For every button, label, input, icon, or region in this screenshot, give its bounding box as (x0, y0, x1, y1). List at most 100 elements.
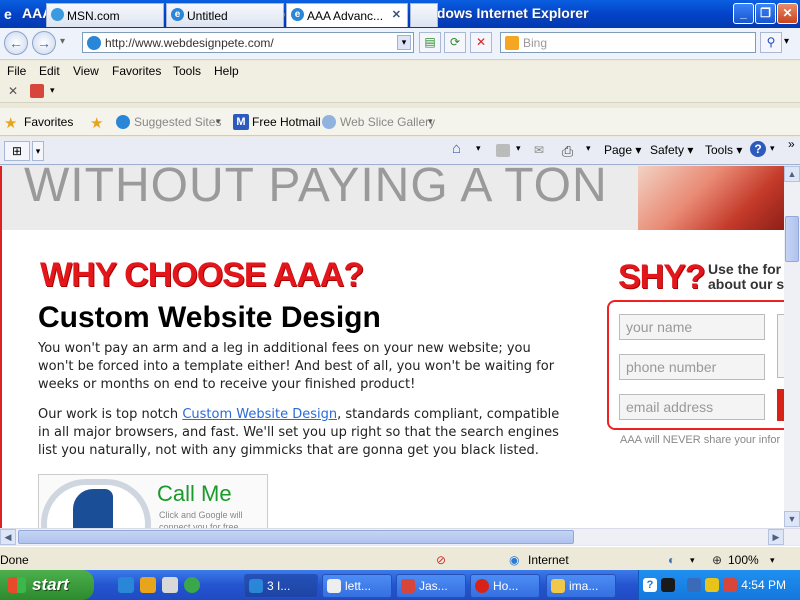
privacy-note: AAA will NEVER share your infor (620, 434, 781, 446)
stop-icon[interactable]: ✕ (470, 32, 492, 53)
task-label: 3 I... (267, 579, 291, 593)
home-icon[interactable]: ⌂ (452, 140, 461, 157)
bing-icon (505, 36, 519, 50)
phone-field[interactable]: phone number (619, 354, 765, 380)
taskbar: start 3 I... lett... Jas... Ho... ima...… (0, 570, 800, 600)
favorites-button[interactable]: Favorites (24, 115, 73, 129)
email-field[interactable]: email address (619, 394, 765, 420)
maximize-button[interactable]: ❐ (755, 3, 776, 24)
taskbar-letter[interactable]: lett... (322, 574, 392, 598)
web-slice-dropdown-icon[interactable]: ▾ (428, 116, 433, 127)
search-input[interactable]: Bing (523, 36, 547, 50)
compatibility-view-icon[interactable]: ▤ (419, 32, 441, 53)
submit-button[interactable] (777, 389, 784, 421)
feeds-icon[interactable] (496, 144, 510, 157)
addon-dropdown-icon[interactable]: ▾ (50, 85, 55, 96)
taskbar-jas[interactable]: Jas... (396, 574, 466, 598)
custom-website-design-link[interactable]: Custom Website Design (182, 407, 337, 422)
search-box[interactable]: Bing (500, 32, 756, 53)
custom-website-design-heading: Custom Website Design (38, 301, 381, 334)
scroll-right-icon[interactable]: ▶ (768, 529, 784, 545)
address-dropdown-icon[interactable]: ▾ (397, 35, 411, 50)
tools-menu[interactable]: Tools ▾ (705, 143, 742, 157)
menu-tools[interactable]: Tools (173, 64, 201, 78)
address-input[interactable]: http://www.webdesignpete.com/ (105, 36, 274, 50)
taskbar-ima[interactable]: ima... (546, 574, 616, 598)
menu-favorites[interactable]: Favorites (112, 64, 161, 78)
tab-msn[interactable]: MSN.com (46, 3, 164, 27)
recent-pages-dropdown-icon[interactable]: ▾ (60, 36, 65, 47)
work-paragraph: Our work is top notch Custom Website Des… (38, 406, 568, 460)
shield-icon[interactable] (705, 578, 719, 592)
tab-aaa-advanced[interactable]: e AAA Advanc... ✕ (286, 3, 408, 27)
quicklaunch-ie-icon[interactable] (118, 577, 134, 593)
tray-network-icon[interactable] (687, 578, 701, 592)
call-me-widget[interactable]: Call Me Click and Google will connect yo… (38, 474, 268, 528)
message-field[interactable] (777, 314, 784, 378)
zoom-level[interactable]: 100% (728, 553, 759, 567)
taskbar-ie-group[interactable]: 3 I... (244, 574, 318, 598)
call-me-subtitle: Click and Google will connect you for fr… (159, 510, 243, 528)
web-slice-gallery-link[interactable]: Web Slice Gallery (340, 115, 435, 129)
tab-list-dropdown-icon[interactable]: ▾ (32, 141, 44, 161)
help-dropdown-icon[interactable]: ▾ (770, 143, 775, 154)
home-dropdown-icon[interactable]: ▾ (476, 143, 481, 154)
add-favorite-icon[interactable]: ★ (90, 114, 103, 132)
start-button[interactable]: start (0, 570, 94, 600)
search-icon[interactable]: ⚲ (760, 32, 782, 53)
free-hotmail-link[interactable]: Free Hotmail (252, 115, 321, 129)
mail-icon[interactable]: ✉ (534, 143, 544, 157)
toolbar-overflow-icon[interactable]: » (788, 137, 795, 151)
tray-app-icon[interactable] (661, 578, 675, 592)
print-dropdown-icon[interactable]: ▾ (586, 143, 591, 154)
ie-page-icon (116, 115, 130, 129)
safety-menu[interactable]: Safety ▾ (650, 143, 693, 157)
close-toolbar-icon[interactable]: ✕ (8, 84, 18, 98)
menu-file[interactable]: File (7, 64, 26, 78)
new-tab-button[interactable] (410, 3, 438, 27)
scroll-left-icon[interactable]: ◀ (0, 529, 16, 545)
help-icon[interactable]: ? (750, 141, 766, 157)
suggested-dropdown-icon[interactable]: ▾ (216, 116, 221, 127)
menu-help[interactable]: Help (214, 64, 239, 78)
hero-text: WITHOUT PAYING A TON (24, 166, 608, 212)
horizontal-scroll-thumb[interactable] (18, 530, 574, 544)
search-options-icon[interactable]: ▾ (784, 36, 789, 47)
page-menu[interactable]: Page ▾ (604, 143, 641, 157)
popup-blocker-icon[interactable]: ⊘ (436, 553, 446, 567)
feeds-dropdown-icon[interactable]: ▾ (516, 143, 521, 154)
back-button[interactable]: ← (4, 31, 28, 55)
suggested-sites-link[interactable]: Suggested Sites (134, 115, 221, 129)
vertical-scrollbar[interactable]: ▲ ▼ (784, 166, 800, 528)
scroll-up-icon[interactable]: ▲ (784, 166, 800, 182)
scroll-down-icon[interactable]: ▼ (784, 511, 800, 527)
task-label: ima... (569, 579, 599, 593)
refresh-icon[interactable]: ⟳ (444, 32, 466, 53)
ie-task-icon (249, 579, 263, 593)
quick-tabs-icon[interactable]: ⊞ (4, 141, 30, 161)
quicklaunch-explorer-icon[interactable] (140, 577, 156, 593)
vertical-scroll-thumb[interactable] (785, 216, 799, 262)
favorites-bar: ★ Favorites ★ Suggested Sites ▾ M Free H… (0, 108, 800, 136)
minimize-button[interactable]: _ (733, 3, 754, 24)
folder-icon (551, 579, 565, 593)
close-button[interactable]: ✕ (777, 3, 798, 24)
address-bar[interactable]: http://www.webdesignpete.com/ ▾ (82, 32, 414, 53)
quicklaunch-app-icon[interactable] (162, 577, 178, 593)
name-field[interactable]: your name (619, 314, 765, 340)
protected-dropdown-icon[interactable]: ▾ (690, 555, 695, 566)
quicklaunch-media-icon[interactable] (184, 577, 200, 593)
tray-security-icon[interactable] (723, 578, 737, 592)
addon-icon[interactable] (30, 84, 44, 98)
forward-button[interactable]: → (32, 31, 56, 55)
help-tray-icon[interactable]: ? (643, 578, 657, 592)
print-icon[interactable]: ⎙ (562, 143, 573, 160)
horizontal-scrollbar[interactable]: ◀ ▶ (0, 528, 800, 545)
tab-untitled[interactable]: e Untitled (166, 3, 284, 27)
menu-edit[interactable]: Edit (39, 64, 60, 78)
zoom-dropdown-icon[interactable]: ▾ (770, 555, 775, 566)
menu-view[interactable]: View (73, 64, 99, 78)
close-tab-icon[interactable]: ✕ (392, 8, 401, 21)
taskbar-ho[interactable]: Ho... (470, 574, 540, 598)
protected-mode-icon[interactable]: ◐ (668, 553, 675, 567)
